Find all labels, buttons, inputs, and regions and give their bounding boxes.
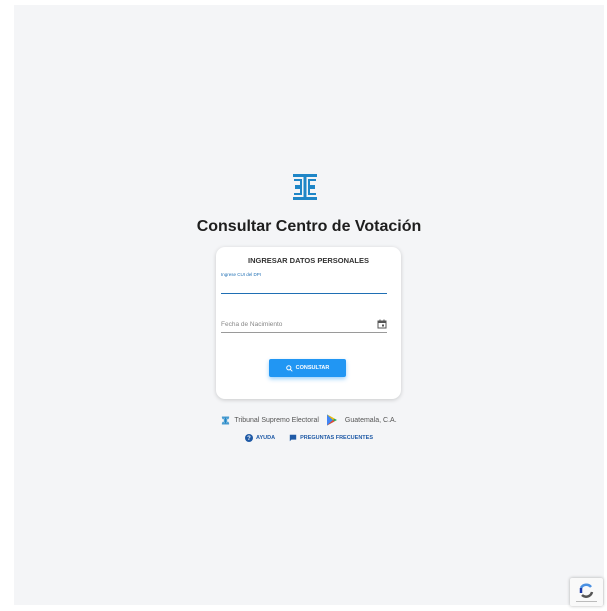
dpi-input[interactable]	[221, 278, 387, 294]
consultar-button-label: CONSULTAR	[295, 365, 330, 371]
page-title: Consultar Centro de Votación	[196, 218, 422, 235]
faq-link-label: PREGUNTAS FRECUENTES	[300, 435, 373, 441]
tse-logo-icon	[293, 174, 317, 200]
faq-link[interactable]: PREGUNTAS FRECUENTES	[289, 434, 373, 442]
footer-links: ? AYUDA PREGUNTAS FRECUENTES	[0, 434, 607, 442]
footer-info: Tribunal Supremo Electoral Guatemala, C.…	[0, 414, 607, 426]
help-link[interactable]: ? AYUDA	[245, 434, 275, 442]
consultar-button[interactable]: CONSULTAR	[269, 359, 346, 377]
recaptcha-badge[interactable]	[570, 578, 603, 606]
svg-text:?: ?	[247, 436, 251, 442]
help-link-label: AYUDA	[256, 435, 276, 441]
org-name: Tribunal Supremo Electoral	[234, 416, 319, 424]
birthdate-field[interactable]: Fecha de Nacimiento	[221, 317, 387, 333]
chat-icon	[289, 434, 297, 442]
login-card: INGRESAR DATOS PERSONALES Ingrese CUI de…	[216, 247, 401, 399]
help-circle-icon: ?	[245, 434, 253, 442]
dpi-field-label: Ingrese CUI del DPI	[221, 272, 262, 277]
location-text: Guatemala, C.A.	[344, 416, 397, 424]
form-heading: INGRESAR DATOS PERSONALES	[248, 256, 369, 265]
calendar-icon[interactable]	[377, 319, 387, 329]
play-store-icon[interactable]	[326, 414, 338, 426]
tse-logo-icon	[222, 416, 230, 424]
recaptcha-icon	[576, 583, 597, 602]
birthdate-placeholder: Fecha de Nacimiento	[221, 321, 283, 328]
search-icon	[285, 364, 293, 372]
